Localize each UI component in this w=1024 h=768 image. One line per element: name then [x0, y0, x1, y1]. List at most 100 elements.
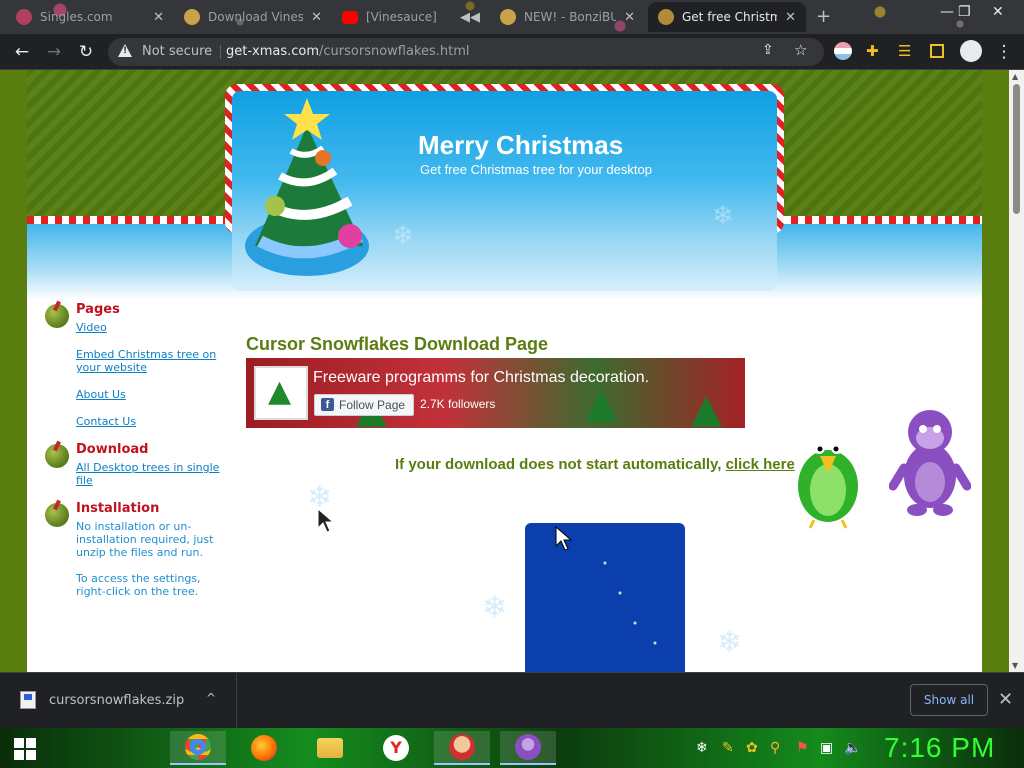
ornament-icon[interactable]: ✿	[746, 740, 758, 756]
mario-icon	[449, 734, 475, 760]
download-note-text: If your download does not start automati…	[395, 456, 726, 473]
sidebar-link-video[interactable]: Video	[76, 321, 225, 334]
profile-avatar-icon[interactable]	[960, 40, 982, 62]
tab-title: NEW! - BonziBUDDY	[524, 10, 617, 24]
tab-get-free-christmas[interactable]: Get free Christmas ✕	[648, 2, 806, 32]
start-button[interactable]	[14, 738, 36, 760]
playlist-icon[interactable]: ☰	[898, 42, 916, 60]
tab-close-button[interactable]: ✕	[785, 10, 796, 25]
parrot-character[interactable]	[792, 428, 864, 530]
snowflake-icon[interactable]: ❄	[696, 740, 708, 756]
new-tab-button[interactable]: +	[816, 6, 831, 27]
chevron-up-icon[interactable]: ^	[206, 691, 216, 705]
bonzi-icon	[515, 734, 541, 760]
tab-vinesauce[interactable]: [Vinesauce] ◀◀	[332, 2, 490, 32]
brush-icon[interactable]: ✎	[722, 740, 734, 756]
tab-title: Get free Christmas	[682, 10, 778, 24]
sidebar-link-embed[interactable]: Embed Christmas tree on your website	[76, 348, 225, 374]
facebook-page-avatar[interactable]	[254, 366, 308, 420]
forward-button[interactable]: →	[42, 40, 66, 64]
sidebar-heading: Pages	[76, 302, 120, 317]
tab-singles[interactable]: Singles.com ✕	[6, 2, 174, 32]
sidebar-link-contact[interactable]: Contact Us	[76, 415, 225, 428]
profile-flag-icon[interactable]	[834, 42, 852, 60]
url-host: get-xmas.com	[226, 44, 320, 59]
minimize-button[interactable]: —	[940, 4, 954, 20]
snowflake-icon: ❄	[482, 590, 508, 625]
snowflake-icon: ❄	[717, 625, 743, 660]
page-scrollbar[interactable]: ▲ ▼	[1009, 70, 1024, 672]
facebook-page-name[interactable]: Freeware programms for Christmas decorat…	[313, 369, 649, 387]
page-title: Cursor Snowflakes Download Page	[246, 334, 549, 354]
share-icon[interactable]: ⇪	[762, 42, 774, 58]
puzzle-extension-icon[interactable]: ✚	[866, 42, 884, 60]
tab-close-button[interactable]: ✕	[311, 10, 322, 25]
scroll-up-icon[interactable]: ▲	[1012, 72, 1018, 81]
download-item[interactable]: cursorsnowflakes.zip ^	[0, 673, 237, 729]
maximize-button[interactable]: ❐	[958, 4, 971, 20]
sidebar-link-all-trees[interactable]: All Desktop trees in single file	[76, 461, 225, 487]
search-icon[interactable]: ⚲	[770, 740, 780, 756]
reload-button[interactable]: ↻	[74, 40, 98, 64]
taskbar-chrome[interactable]	[170, 731, 226, 765]
taskbar-bonzibuddy[interactable]	[500, 731, 556, 765]
banner-title: Merry Christmas	[418, 130, 624, 160]
show-all-button[interactable]: Show all	[910, 684, 988, 716]
tab-title: Download Vinesauce	[208, 10, 304, 24]
snowflake-icon: ❄	[392, 221, 414, 251]
bonzi-buddy-character[interactable]	[889, 404, 971, 518]
click-here-link[interactable]: click here	[726, 456, 795, 473]
website: ❄ ❄ Merry Christmas Get free Christmas t…	[27, 70, 982, 672]
scrollbar-thumb[interactable]	[1013, 84, 1020, 214]
taskbar-yandex[interactable]: Y	[368, 731, 424, 765]
tab-title: [Vinesauce]	[366, 10, 437, 24]
taskbar-clock[interactable]: 7:16 PM	[884, 732, 995, 764]
followers-count: 2.7K followers	[420, 397, 496, 411]
side-panel-icon[interactable]	[930, 44, 944, 58]
ornament-bullet-icon	[45, 444, 69, 468]
follow-page-button[interactable]: Follow Page	[314, 394, 415, 416]
sidebar-link-about[interactable]: About Us	[76, 388, 225, 401]
tab-close-button[interactable]: ✕	[153, 10, 164, 25]
omnibox-separator	[220, 45, 221, 59]
installation-text: No installation or un-installation requi…	[76, 520, 214, 559]
flag-icon[interactable]: ⚑	[796, 740, 809, 756]
tab-download-vinesauce[interactable]: Download Vinesauce ✕	[174, 2, 332, 32]
browser-menu-button[interactable]: ⋮	[992, 40, 1016, 64]
yandex-icon: Y	[383, 735, 409, 761]
youtube-icon	[342, 10, 358, 24]
tab-mute-icon[interactable]: ◀◀	[460, 10, 480, 25]
ornament-bullet-icon	[45, 503, 69, 527]
candy-cane-border	[777, 216, 982, 224]
taskbar-file-explorer[interactable]	[302, 731, 358, 765]
windows-taskbar: Y ❄ ✎ ✿ ⚲ ⚑ ▣ 🔈 7:16 PM	[0, 728, 1024, 768]
url-text[interactable]: get-xmas.com/cursorsnowflakes.html	[226, 44, 470, 59]
banner-subtitle: Get free Christmas tree for your desktop	[420, 162, 652, 177]
tab-close-button[interactable]: ✕	[624, 10, 635, 25]
taskbar-mario-app[interactable]	[434, 731, 490, 765]
network-icon[interactable]: ▣	[820, 740, 833, 756]
window-close-button[interactable]: ✕	[992, 4, 1004, 20]
security-status[interactable]: Not secure	[142, 44, 212, 59]
snowflake-icon: ❄	[712, 201, 734, 231]
tab-bonzibuddy[interactable]: NEW! - BonziBUDDY ✕	[490, 2, 645, 32]
back-button[interactable]: ←	[10, 40, 34, 64]
christmas-tree-favicon-icon	[658, 9, 674, 25]
globe-icon	[16, 9, 32, 25]
scroll-down-icon[interactable]: ▼	[1012, 661, 1018, 670]
folder-icon	[317, 738, 343, 758]
christmas-tree-logo	[245, 98, 369, 276]
sidebar-section-installation: Installation No installation or un-insta…	[45, 501, 225, 598]
sidebar-heading: Installation	[76, 501, 160, 516]
warning-icon[interactable]	[118, 44, 132, 57]
snowflake-cursor-icon	[317, 508, 335, 533]
bookmark-star-icon[interactable]: ☆	[794, 41, 807, 59]
address-bar[interactable]: Not secure get-xmas.com/cursorsnowflakes…	[108, 38, 824, 66]
sidebar-section-pages: Pages Video Embed Christmas tree on your…	[45, 302, 225, 428]
download-filename[interactable]: cursorsnowflakes.zip	[49, 693, 184, 708]
facebook-page-widget[interactable]: ▲ ▲ ▲ Freeware programms for Christmas d…	[246, 358, 745, 428]
volume-icon[interactable]: 🔈	[844, 740, 861, 756]
taskbar-firefox[interactable]	[236, 731, 292, 765]
tab-strip: Singles.com ✕ Download Vinesauce ✕ [Vine…	[0, 0, 1024, 34]
download-bar-close-button[interactable]: ✕	[998, 689, 1013, 710]
